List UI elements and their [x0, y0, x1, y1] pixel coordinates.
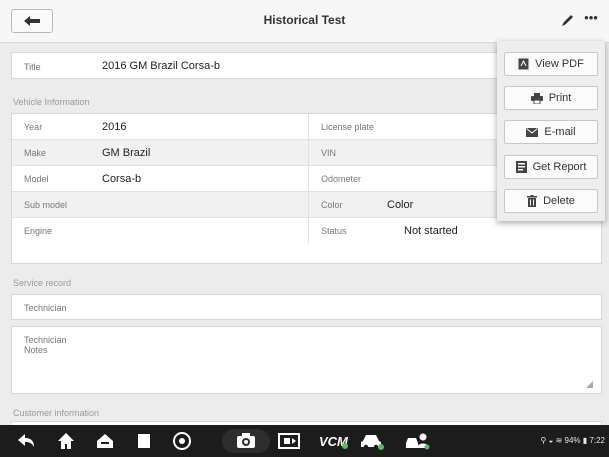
model-label: Model	[24, 174, 49, 184]
technician-field[interactable]: Technician	[11, 294, 602, 320]
column-divider	[308, 114, 309, 243]
browser-icon[interactable]	[172, 431, 192, 451]
battery-icon: ▮	[582, 436, 588, 445]
top-bar: Historical Test •••	[0, 0, 609, 43]
home-icon[interactable]	[56, 431, 76, 451]
screen-record-icon[interactable]	[278, 431, 300, 451]
printer-icon	[530, 92, 543, 104]
color-label: Color	[321, 200, 343, 210]
pdf-icon	[518, 58, 529, 70]
view-pdf-button[interactable]: View PDF	[504, 52, 598, 76]
title-value: 2016 GM Brazil Corsa-b	[102, 60, 220, 72]
camera-icon	[237, 433, 255, 448]
location-icon: ⚲	[540, 436, 547, 445]
print-button[interactable]: Print	[504, 86, 598, 110]
report-icon	[515, 161, 527, 173]
email-button[interactable]: E-mail	[504, 120, 598, 144]
view-pdf-label: View PDF	[535, 58, 584, 70]
license-plate-label: License plate	[321, 122, 375, 132]
remote-expert-icon[interactable]	[404, 431, 430, 451]
print-label: Print	[548, 92, 572, 104]
technician-notes-label: Technician Notes	[24, 335, 67, 355]
odometer-label: Odometer	[321, 174, 362, 184]
title-label: Title	[24, 62, 41, 72]
make-label: Make	[24, 148, 47, 158]
back-icon[interactable]	[16, 431, 36, 451]
delete-label: Delete	[543, 195, 575, 207]
clock: 7:22	[589, 436, 605, 445]
status-bar: ⚲ ◒ ≋ 94% ▮ 7:22	[540, 436, 605, 445]
service-record-heading: Service record	[13, 278, 72, 288]
technician-notes-field[interactable]: Technician Notes	[11, 326, 602, 394]
email-label: E-mail	[544, 126, 576, 138]
sub-model-label: Sub model	[24, 200, 68, 210]
recent-apps-icon[interactable]	[134, 431, 154, 451]
status-value[interactable]: Not started	[404, 225, 458, 237]
year-value[interactable]: 2016	[102, 121, 126, 133]
envelope-icon	[526, 127, 539, 137]
actions-menu: View PDF Print E-mail Get Report Delete	[497, 41, 605, 221]
technician-label: Technician	[24, 303, 67, 313]
get-report-label: Get Report	[532, 161, 587, 173]
house-icon[interactable]	[95, 431, 115, 451]
camera-button[interactable]	[222, 429, 270, 453]
vin-label: VIN	[321, 148, 337, 158]
system-nav-bar: VCM ⚲ ◒ ≋ 94% ▮ 7:22	[0, 425, 609, 457]
engine-label: Engine	[24, 226, 53, 236]
table-row: Engine Status Not started	[12, 218, 601, 243]
model-value[interactable]: Corsa-b	[102, 173, 141, 185]
pencil-icon[interactable]	[560, 12, 576, 28]
wifi-icon: ◒ ≋	[548, 436, 563, 445]
more-dots-icon[interactable]: •••	[583, 11, 599, 28]
vehicle-info-heading: Vehicle Information	[13, 97, 90, 107]
delete-button[interactable]: Delete	[504, 189, 598, 213]
vcm-icon[interactable]: VCM	[318, 431, 348, 451]
trash-icon	[527, 195, 538, 207]
color-value[interactable]: Color	[387, 199, 413, 211]
battery-level: 94%	[564, 436, 581, 445]
car-icon[interactable]	[360, 431, 384, 451]
year-label: Year	[24, 122, 43, 132]
page-title: Historical Test	[263, 13, 346, 27]
get-report-button[interactable]: Get Report	[504, 155, 598, 179]
make-value[interactable]: GM Brazil	[102, 147, 150, 159]
status-label: Status	[321, 226, 347, 236]
resize-handle-icon[interactable]	[586, 381, 593, 388]
customer-info-heading: Customer information	[13, 408, 100, 418]
